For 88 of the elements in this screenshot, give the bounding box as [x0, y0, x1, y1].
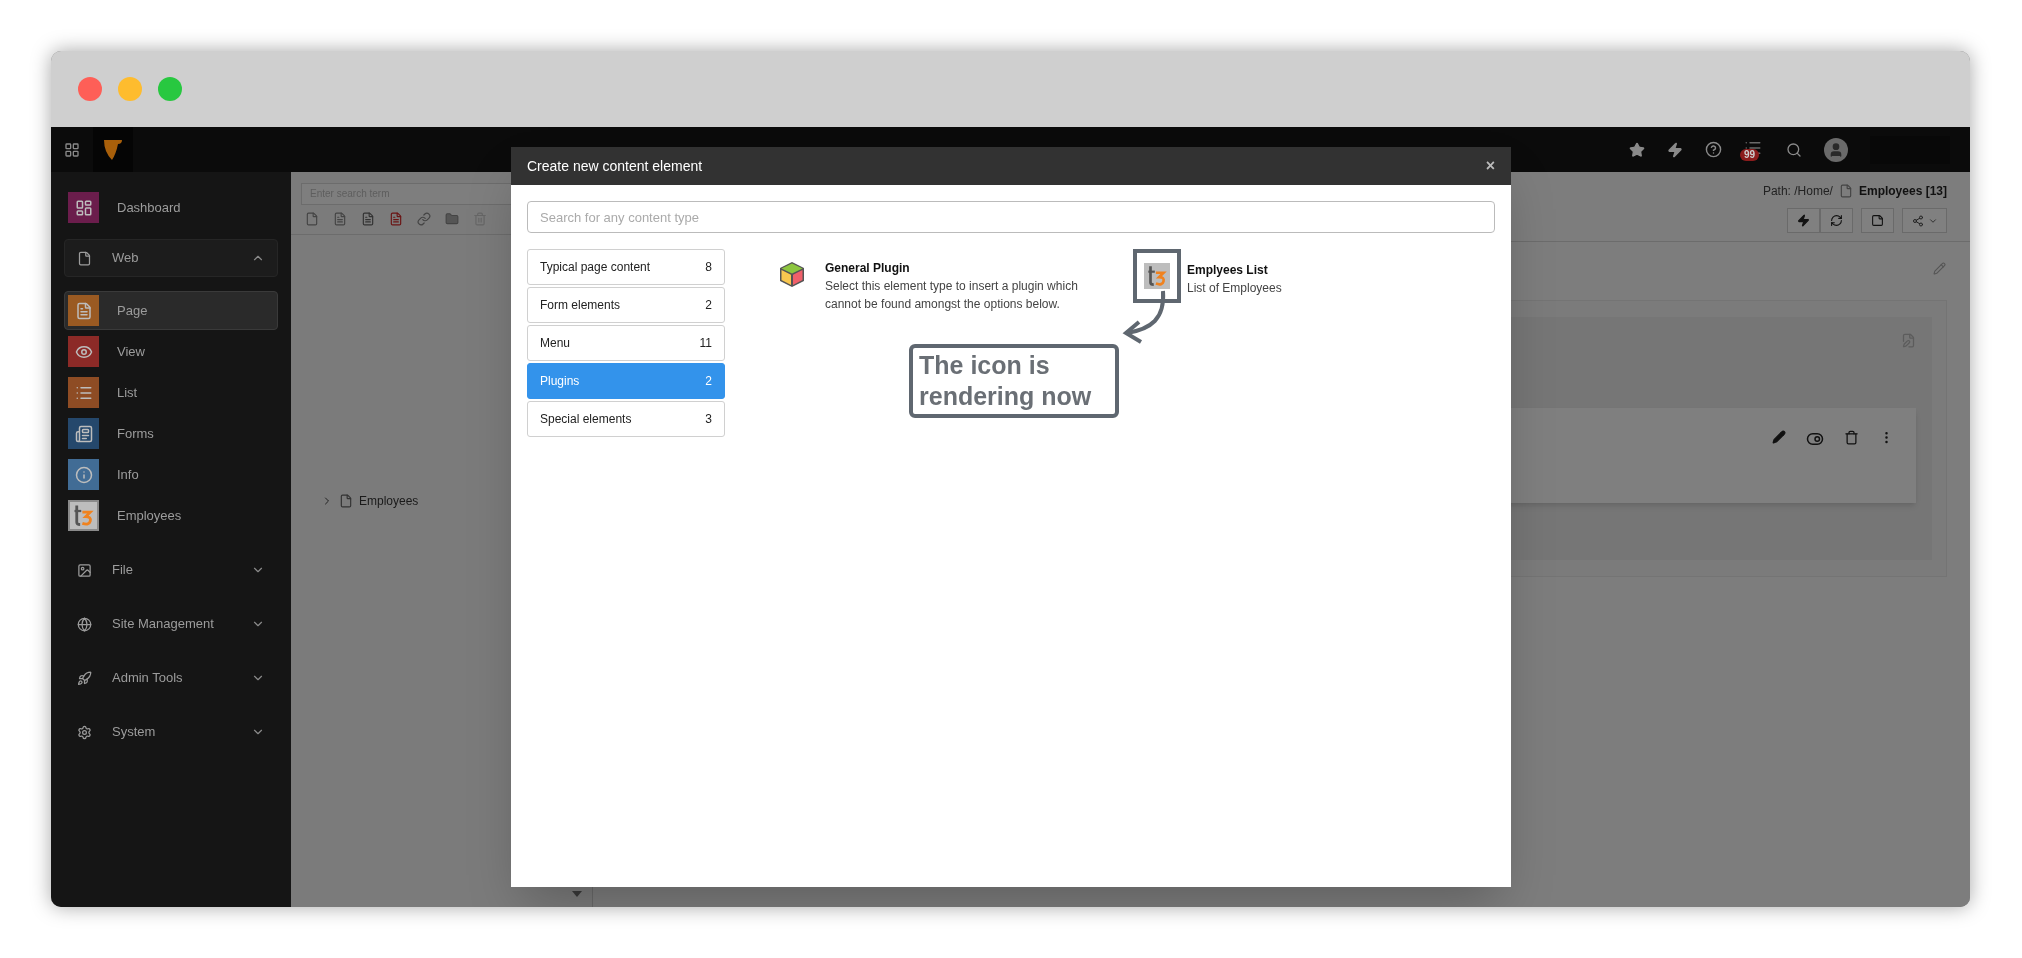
sidebar-group[interactable]: Web — [64, 239, 278, 277]
note-icon — [1871, 214, 1884, 227]
category-tab[interactable]: Typical page content 8 — [527, 249, 725, 285]
edit-icon[interactable] — [1772, 430, 1786, 444]
group-icon — [77, 616, 92, 632]
sidebar-label: Page — [117, 301, 148, 320]
category-label: Menu — [540, 335, 571, 352]
group-icon — [77, 562, 92, 578]
category-count: 2 — [705, 373, 712, 390]
trash-icon[interactable] — [1844, 430, 1859, 445]
share-button[interactable] — [1902, 208, 1947, 233]
sidebar-label: File — [112, 561, 134, 580]
category-tab[interactable]: Form elements 2 — [527, 287, 725, 323]
sidebar-group[interactable]: System — [64, 713, 278, 751]
search-icon[interactable] — [1786, 141, 1802, 158]
group-icon — [77, 250, 92, 266]
category-label: Form elements — [540, 297, 621, 314]
sidebar-label: System — [112, 723, 157, 742]
new-page-icon[interactable] — [305, 212, 319, 226]
annotation-text: The icon is rendering now — [919, 350, 1093, 412]
page-icon[interactable] — [361, 212, 375, 226]
avatar-icon[interactable] — [1824, 137, 1848, 162]
sidebar-group[interactable]: Admin Tools — [64, 659, 278, 697]
t3-logo-icon — [1144, 263, 1170, 289]
cube-icon — [778, 260, 806, 288]
logo-icon[interactable] — [102, 137, 124, 162]
category-tab[interactable]: Menu 11 — [527, 325, 725, 361]
search-field[interactable]: Search for any content type — [527, 201, 1495, 233]
item-title: Emplyees List — [1187, 262, 1269, 279]
sidebar-label: Site Management — [112, 615, 215, 634]
group-icon — [77, 724, 92, 740]
category-count: 11 — [699, 335, 712, 352]
sidebar-item[interactable]: Page — [64, 291, 278, 330]
sidebar-label: Info — [117, 465, 139, 484]
sidebar-label: Forms — [117, 424, 154, 443]
note-button[interactable] — [1861, 208, 1894, 233]
sidebar-label: View — [117, 342, 145, 361]
sidebar-item[interactable]: Dashboard — [64, 188, 278, 227]
share-icon — [1911, 214, 1924, 227]
notification-badge: 99 — [1740, 148, 1760, 161]
sidebar-label: Web — [112, 249, 140, 268]
page-icon — [1838, 184, 1853, 198]
category-count: 3 — [705, 411, 712, 428]
item-description: List of Employees — [1187, 280, 1283, 297]
tree-label: Employees — [359, 492, 419, 510]
sidebar-item[interactable]: Forms — [64, 414, 278, 453]
close-window-icon[interactable] — [78, 77, 102, 101]
page-title: Employees [13] — [1858, 183, 1947, 200]
sidebar-item[interactable]: List — [64, 373, 278, 412]
sidebar-label: List — [117, 383, 138, 402]
flash-icon — [1797, 214, 1810, 227]
group-icon — [77, 670, 92, 686]
content-type-item[interactable]: Emplyees List List of Employees — [1133, 249, 1495, 303]
page-icon — [339, 493, 353, 508]
page-icon[interactable] — [389, 212, 403, 226]
category-label: Plugins — [540, 373, 580, 390]
sidebar-label: Employees — [117, 506, 182, 525]
flash-icon[interactable] — [1667, 141, 1683, 158]
sidebar-label: Dashboard — [117, 198, 181, 217]
sidebar-item[interactable]: Employees — [64, 496, 278, 535]
sidebar-item[interactable]: Info — [64, 455, 278, 494]
refresh-icon — [1830, 214, 1843, 227]
toggle-icon[interactable] — [1806, 430, 1824, 448]
category-count: 8 — [705, 259, 712, 276]
refresh-button[interactable] — [1820, 208, 1853, 233]
link-icon[interactable] — [417, 212, 431, 226]
app-grid-icon[interactable] — [64, 141, 80, 158]
sidebar-label: Admin Tools — [112, 669, 184, 688]
sidebar-group[interactable]: Site Management — [64, 605, 278, 643]
help-icon[interactable] — [1705, 141, 1722, 158]
category-count: 2 — [705, 297, 712, 314]
content-type-item[interactable]: General Plugin Select this element type to insert a plugin which cannot be found amongst the options below. — [771, 259, 1133, 313]
modal-title: Create new content element — [527, 156, 704, 176]
item-description: Select this element type to insert a plugin which cannot be found amongst the options below. — [825, 278, 1079, 313]
sidebar-group[interactable]: File — [64, 551, 278, 589]
category-tab[interactable]: Special elements 3 — [527, 401, 725, 437]
category-label: Special elements — [540, 411, 632, 428]
category-label: Typical page content — [540, 259, 651, 276]
page-icon[interactable] — [333, 212, 347, 226]
tree-item[interactable]: Employees — [321, 490, 592, 511]
sidebar-item[interactable]: View — [64, 332, 278, 371]
flash-button[interactable] — [1787, 208, 1820, 233]
close-button[interactable]: × — [1485, 158, 1495, 174]
bookmark-icon[interactable] — [1629, 141, 1645, 158]
folder-icon[interactable] — [445, 212, 459, 226]
path-text: Path: /Home/ — [1762, 183, 1833, 200]
caret-icon[interactable] — [572, 891, 582, 897]
item-title: General Plugin — [825, 260, 911, 277]
